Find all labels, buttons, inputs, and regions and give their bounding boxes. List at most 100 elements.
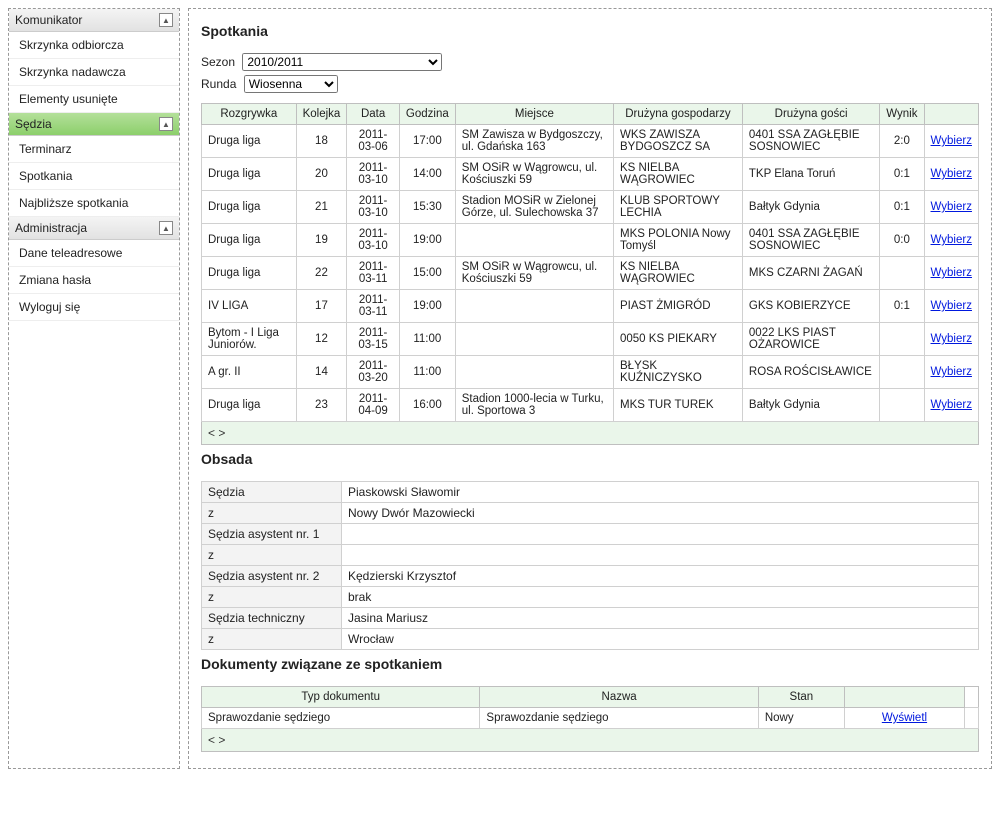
table-row: A gr. II142011-03-2011:00BŁYSK KUŹNICZYS…: [202, 356, 979, 389]
table-header: Typ dokumentu: [202, 687, 480, 708]
wybierz-link[interactable]: Wybierz: [931, 300, 972, 312]
sidebar-item[interactable]: Terminarz: [9, 136, 179, 163]
table-cell: [455, 224, 613, 257]
filters: Sezon 2010/2011 Runda Wiosenna: [201, 53, 979, 93]
wybierz-link[interactable]: Wybierz: [931, 333, 972, 345]
kv-value: [342, 545, 979, 566]
table-row: Sędzia asystent nr. 2Kędzierski Krzyszto…: [202, 566, 979, 587]
main-panel: Spotkania Sezon 2010/2011 Runda Wiosenna…: [188, 8, 992, 769]
table-header: Rozgrywka: [202, 104, 297, 125]
table-cell: 21: [296, 191, 347, 224]
wybierz-link[interactable]: Wybierz: [931, 201, 972, 213]
kv-value: [342, 524, 979, 545]
table-cell: WKS ZAWISZA BYDGOSZCZ SA: [614, 125, 743, 158]
sidebar-item[interactable]: Skrzynka nadawcza: [9, 59, 179, 86]
kv-value: brak: [342, 587, 979, 608]
table-cell: Stadion 1000-lecia w Turku, ul. Sportowa…: [455, 389, 613, 422]
table-cell: MKS POLONIA Nowy Tomyśl: [614, 224, 743, 257]
dokumenty-table: Typ dokumentuNazwaStan Sprawozdanie sędz…: [201, 686, 979, 729]
table-row: zNowy Dwór Mazowiecki: [202, 503, 979, 524]
dokumenty-pager[interactable]: < >: [201, 729, 979, 752]
table-cell: KLUB SPORTOWY LECHIA: [614, 191, 743, 224]
sidebar-item[interactable]: Wyloguj się: [9, 294, 179, 321]
wybierz-link[interactable]: Wybierz: [931, 366, 972, 378]
sidebar-item[interactable]: Dane teleadresowe: [9, 240, 179, 267]
table-cell: 22: [296, 257, 347, 290]
table-cell: 0:0: [880, 224, 924, 257]
sezon-select[interactable]: 2010/2011: [242, 53, 442, 71]
table-cell: 15:30: [399, 191, 455, 224]
table-cell: KS NIELBA WĄGROWIEC: [614, 257, 743, 290]
table-cell: [455, 290, 613, 323]
table-header: Godzina: [399, 104, 455, 125]
table-header: Stan: [758, 687, 844, 708]
table-cell: IV LIGA: [202, 290, 297, 323]
sezon-label: Sezon: [201, 55, 235, 69]
runda-label: Runda: [201, 77, 236, 91]
table-row: Druga liga222011-03-1115:00SM OSiR w Wąg…: [202, 257, 979, 290]
table-row: Sprawozdanie sędziegoSprawozdanie sędzie…: [202, 708, 979, 729]
sidebar-item[interactable]: Zmiana hasła: [9, 267, 179, 294]
table-cell: 0401 SSA ZAGŁĘBIE SOSNOWIEC: [742, 125, 879, 158]
sidebar-section-header[interactable]: Komunikator ▲: [9, 9, 179, 32]
wybierz-link[interactable]: Wybierz: [931, 267, 972, 279]
table-cell: Stadion MOSiR w Zielonej Górze, ul. Sule…: [455, 191, 613, 224]
kv-value: Piaskowski Sławomir: [342, 482, 979, 503]
table-header: Data: [347, 104, 400, 125]
sidebar: Komunikator ▲ Skrzynka odbiorczaSkrzynka n…: [8, 8, 180, 769]
table-cell: SM Zawisza w Bydgoszczy, ul. Gdańska 163: [455, 125, 613, 158]
obsada-heading: Obsada: [201, 451, 979, 467]
table-cell: 2011-04-09: [347, 389, 400, 422]
obsada-table: SędziaPiaskowski SławomirzNowy Dwór Mazo…: [201, 481, 979, 650]
wyswietl-link[interactable]: Wyświetl: [882, 712, 927, 724]
table-cell: 2011-03-10: [347, 158, 400, 191]
sidebar-item[interactable]: Elementy usunięte: [9, 86, 179, 113]
table-cell: 19: [296, 224, 347, 257]
table-row: z: [202, 545, 979, 566]
wybierz-link[interactable]: Wybierz: [931, 168, 972, 180]
chevron-up-icon[interactable]: ▲: [159, 13, 173, 27]
table-cell: 0050 KS PIEKARY: [614, 323, 743, 356]
wybierz-link[interactable]: Wybierz: [931, 234, 972, 246]
sidebar-section-header[interactable]: Sędzia▲: [9, 113, 179, 136]
wybierz-link[interactable]: Wybierz: [931, 399, 972, 411]
table-cell: Druga liga: [202, 191, 297, 224]
table-cell: 2011-03-15: [347, 323, 400, 356]
table-cell: Bytom - I Liga Juniorów.: [202, 323, 297, 356]
table-cell: 17: [296, 290, 347, 323]
table-cell: Bałtyk Gdynia: [742, 191, 879, 224]
table-cell: Druga liga: [202, 389, 297, 422]
table-cell: Sprawozdanie sędziego: [202, 708, 480, 729]
kv-value: Kędzierski Krzysztof: [342, 566, 979, 587]
table-cell: BŁYSK KUŹNICZYSKO: [614, 356, 743, 389]
kv-value: Jasina Mariusz: [342, 608, 979, 629]
runda-select[interactable]: Wiosenna: [244, 75, 338, 93]
table-cell: [880, 389, 924, 422]
table-cell: 2011-03-20: [347, 356, 400, 389]
sidebar-section-title: Komunikator: [15, 13, 82, 27]
table-cell: SM OSiR w Wągrowcu, ul. Kościuszki 59: [455, 158, 613, 191]
table-row: Druga liga192011-03-1019:00MKS POLONIA N…: [202, 224, 979, 257]
table-cell: ROSA ROŚCISŁAWICE: [742, 356, 879, 389]
table-cell: 12: [296, 323, 347, 356]
chevron-up-icon[interactable]: ▲: [159, 117, 173, 131]
kv-key: Sędzia asystent nr. 1: [202, 524, 342, 545]
wybierz-link[interactable]: Wybierz: [931, 135, 972, 147]
table-cell: 16:00: [399, 389, 455, 422]
table-row: Druga liga182011-03-0617:00SM Zawisza w …: [202, 125, 979, 158]
sidebar-item[interactable]: Skrzynka odbiorcza: [9, 32, 179, 59]
chevron-up-icon[interactable]: ▲: [159, 221, 173, 235]
table-row: Druga liga202011-03-1014:00SM OSiR w Wąg…: [202, 158, 979, 191]
table-cell: [880, 356, 924, 389]
sidebar-section-header[interactable]: Administracja▲: [9, 217, 179, 240]
table-cell: 0:1: [880, 191, 924, 224]
table-row: Bytom - I Liga Juniorów.122011-03-1511:0…: [202, 323, 979, 356]
table-row: Sędzia technicznyJasina Mariusz: [202, 608, 979, 629]
spotkania-pager[interactable]: < >: [201, 422, 979, 445]
table-cell: 17:00: [399, 125, 455, 158]
table-cell: 23: [296, 389, 347, 422]
sidebar-item[interactable]: Spotkania: [9, 163, 179, 190]
table-cell: 19:00: [399, 224, 455, 257]
sidebar-item[interactable]: Najbliższe spotkania: [9, 190, 179, 217]
table-cell: 0401 SSA ZAGŁĘBIE SOSNOWIEC: [742, 224, 879, 257]
